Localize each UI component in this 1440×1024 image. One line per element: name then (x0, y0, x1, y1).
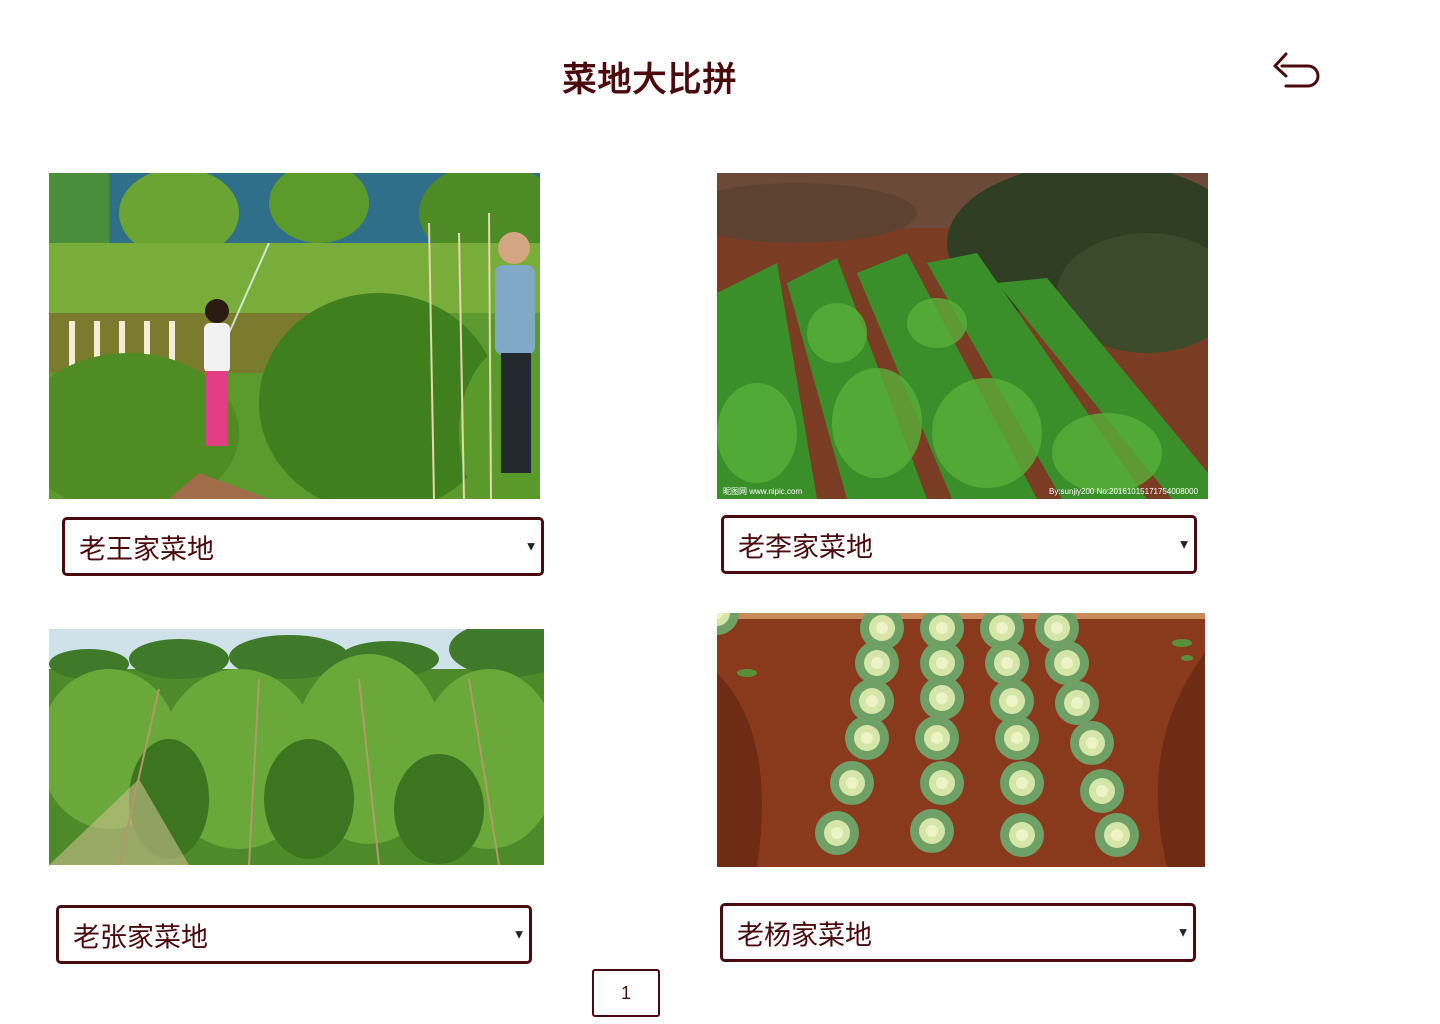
dropdown-caret-icon: ▼ (515, 929, 523, 940)
dropdown-caret-icon: ▼ (1180, 539, 1188, 550)
undo-arrow-icon (1273, 52, 1320, 88)
garden-select-label: 老张家菜地 (73, 922, 208, 953)
garden-yang-photo (717, 613, 1205, 867)
dropdown-caret-icon: ▼ (1179, 927, 1187, 938)
garden-select-li[interactable]: 老李家菜地 ▼ (721, 515, 1197, 574)
garden-select-zhang[interactable]: 老张家菜地 ▼ (56, 905, 532, 964)
garden-select-label: 老王家菜地 (79, 534, 214, 565)
garden-select-label: 老李家菜地 (738, 532, 873, 563)
garden-wang-photo (49, 173, 540, 499)
dropdown-caret-icon: ▼ (527, 541, 535, 552)
garden-zhang-photo (49, 629, 544, 865)
watermark-left: 昵图网 www.nipic.com (723, 487, 802, 496)
watermark-right: By:sunjiy200 No:20161015171754008000 (1049, 487, 1199, 496)
garden-select-yang[interactable]: 老杨家菜地 ▼ (720, 903, 1196, 962)
garden-li-photo: 昵图网 www.nipic.com By:sunjiy200 No:201610… (717, 173, 1208, 499)
garden-select-label: 老杨家菜地 (737, 920, 872, 951)
garden-select-wang[interactable]: 老王家菜地 ▼ (62, 517, 544, 576)
page-title: 菜地大比拼 (562, 60, 738, 100)
back-button[interactable] (1270, 48, 1322, 92)
page-number-button[interactable]: 1 (592, 969, 660, 1017)
